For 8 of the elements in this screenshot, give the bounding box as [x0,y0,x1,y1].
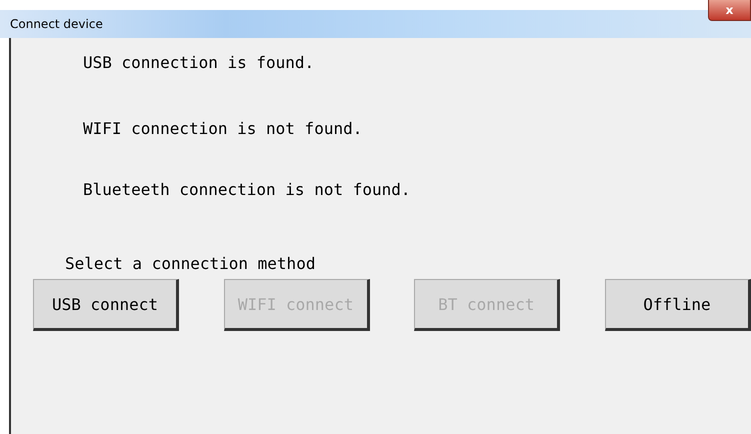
status-message: Blueteeth connection is not found. [83,180,412,199]
connect-button[interactable]: USB connect [33,279,179,331]
connect-button[interactable]: Offline [604,279,751,331]
window-title: Connect device [10,17,103,31]
prompt-text: Select a connection method [65,254,316,273]
status-message: WIFI connection is not found. [83,119,364,138]
status-message: USB connection is found. [83,53,316,72]
close-button[interactable]: x [708,0,751,21]
